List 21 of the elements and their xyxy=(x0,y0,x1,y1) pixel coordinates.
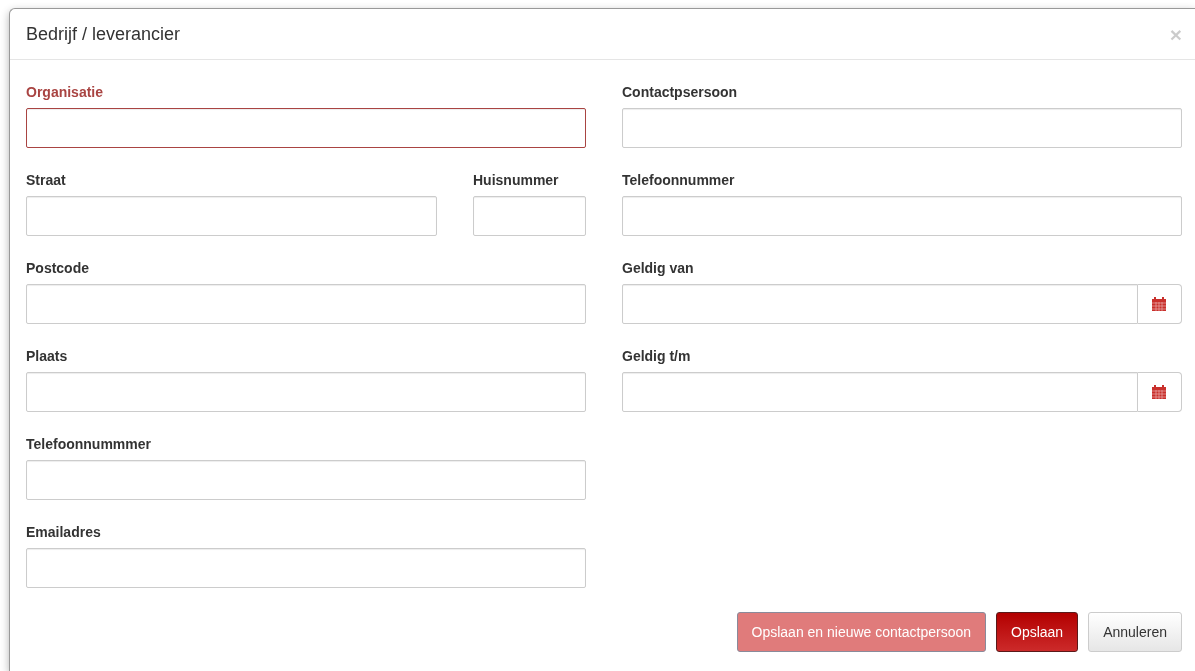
field-label: Huisnummer xyxy=(473,171,560,190)
dialog-title: Bedrijf / leverancier xyxy=(26,22,181,46)
calendar-button[interactable] xyxy=(1137,284,1182,324)
date-field[interactable] xyxy=(622,284,1138,324)
field-label: Straat xyxy=(26,171,67,190)
field-label: Postcode xyxy=(26,259,90,278)
date-field[interactable] xyxy=(622,372,1138,412)
field-label: Telefoonnummer xyxy=(622,171,736,190)
field-label: Telefoonnummmer xyxy=(26,435,152,454)
calendar-icon xyxy=(1152,297,1167,311)
calendar-button[interactable] xyxy=(1137,372,1182,412)
save-button[interactable]: Opslaan xyxy=(996,612,1079,652)
cancel-button[interactable]: Annuleren xyxy=(1088,612,1182,652)
calendar-icon xyxy=(1152,385,1167,399)
field-label: Emailadres xyxy=(26,523,102,542)
field-label: Contactpsersoon xyxy=(622,83,739,102)
field-label: Geldig t/m xyxy=(622,347,692,366)
field-label: Geldig van xyxy=(622,259,695,278)
field-label: Organisatie xyxy=(26,83,105,102)
field-label: Plaats xyxy=(26,347,69,366)
input-field[interactable] xyxy=(26,108,586,148)
